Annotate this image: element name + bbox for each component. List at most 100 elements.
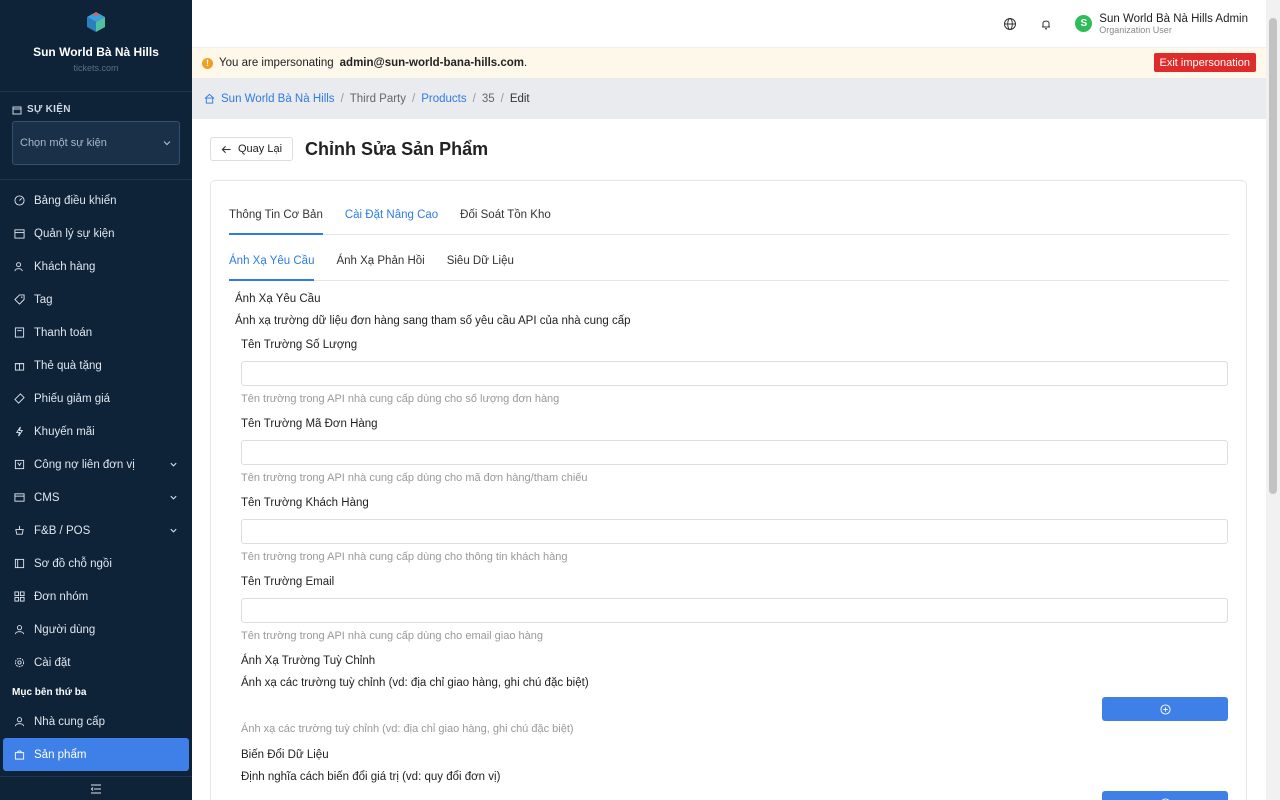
cms-icon (14, 493, 25, 502)
order-id-field-group: Tên Trường Mã Đơn Hàng Tên trường trong … (235, 418, 1229, 484)
event-section-label: SỰ KIỆN (0, 92, 192, 121)
request-mapping-form: Ánh Xạ Yêu Cầu Ánh xạ trường dữ liệu đơn… (235, 293, 1229, 800)
user-name: Sun World Bà Nà Hills Admin (1099, 12, 1248, 25)
breadcrumb-home[interactable]: Sun World Bà Nà Hills (221, 93, 335, 105)
breadcrumb-third-party: Third Party (349, 92, 407, 105)
sidebar-item-cms[interactable]: CMS (0, 481, 192, 514)
field-label: Tên Trường Khách Hàng (241, 497, 369, 509)
plus-circle-icon (1159, 703, 1171, 715)
impersonation-banner: ! You are impersonating admin@sun-world-… (192, 48, 1266, 78)
brand-logo-icon (87, 12, 105, 32)
sidebar-item-tag[interactable]: Tag (0, 283, 192, 316)
sidebar-item-products[interactable]: Sản phẩm (3, 738, 189, 771)
sidebar-item-settings[interactable]: Cài đặt (0, 646, 192, 679)
chevron-down-icon (170, 495, 177, 500)
calendar-icon (12, 106, 22, 114)
field-label: Tên Trường Số Lượng (241, 339, 358, 351)
chevron-down-icon (170, 462, 177, 467)
gauge-icon (14, 195, 25, 206)
sidebar-item-payment[interactable]: Thanh toán (0, 316, 192, 349)
sidebar-item-coupons[interactable]: Phiếu giảm giá (0, 382, 192, 415)
sidebar-item-dashboard[interactable]: Bảng điều khiển (0, 184, 192, 217)
user-icon (14, 717, 25, 727)
banner-email: admin@sun-world-bana-hills.com (339, 57, 525, 69)
section-title: Ánh Xạ Yêu Cầu (235, 293, 321, 305)
calendar-icon (14, 229, 25, 239)
quantity-field-group: Tên Trường Số Lượng Tên trường trong API… (235, 339, 1229, 405)
sidebar-item-promotions[interactable]: Khuyến mãi (0, 415, 192, 448)
subtab-metadata[interactable]: Siêu Dữ Liệu (447, 245, 514, 281)
custom-mapping-section: Ánh Xạ Trường Tuỳ Chỉnh Ánh xạ các trườn… (235, 655, 1229, 800)
bell-icon[interactable] (1039, 17, 1053, 31)
gift-icon (14, 363, 25, 371)
customer-field-input[interactable] (241, 519, 1228, 544)
ticket-icon (14, 393, 25, 404)
add-custom-mapping-button[interactable] (1102, 697, 1228, 721)
transform-title: Biến Đổi Dữ Liệu (241, 749, 329, 761)
sidebar-item-seat-map[interactable]: Sơ đồ chỗ ngồi (0, 547, 192, 580)
tab-basic-info[interactable]: Thông Tin Cơ Bản (229, 199, 323, 235)
back-button[interactable]: Quay Lại (210, 137, 294, 161)
breadcrumb-id: 35 (481, 92, 495, 105)
breadcrumb-separator: / (340, 92, 344, 105)
sidebar-item-customers[interactable]: Khách hàng (0, 250, 192, 283)
brand-name: Sun World Bà Nà Hills (33, 45, 159, 59)
main-content: Quay Lại Chỉnh Sửa Sản Phẩm Thông Tin Cơ… (192, 119, 1266, 800)
sidebar-item-group-orders[interactable]: Đơn nhóm (0, 580, 192, 613)
seat-map-icon (14, 558, 25, 569)
user-icon (14, 625, 25, 635)
order-id-field-input[interactable] (241, 440, 1228, 465)
back-button-label: Quay Lại (238, 143, 283, 155)
transform-description: Định nghĩa cách biến đổi giá trị (vd: qu… (241, 771, 501, 783)
bag-icon (14, 750, 25, 760)
page-scrollbar[interactable] (1266, 0, 1280, 800)
breadcrumb-separator: / (472, 92, 476, 105)
scrollbar-thumb[interactable] (1269, 18, 1277, 494)
breadcrumb-products[interactable]: Products (421, 93, 466, 105)
sidebar-item-suppliers[interactable]: Nhà cung cấp (0, 705, 192, 738)
custom-mapping-help: Ánh xạ các trường tuỳ chỉnh (vd: địa chỉ… (241, 723, 574, 735)
sidebar-item-gift-cards[interactable]: Thẻ quà tặng (0, 349, 192, 382)
sub-tabs: Ánh Xạ Yêu Cầu Ánh Xạ Phản Hồi Siêu Dữ L… (229, 245, 1229, 281)
field-help: Tên trường trong API nhà cung cấp dùng c… (241, 472, 588, 484)
tab-advanced-settings[interactable]: Cài Đặt Nâng Cao (345, 199, 438, 235)
sidebar-item-interunit-debt[interactable]: Công nợ liên đơn vị (0, 448, 192, 481)
quantity-field-input[interactable] (241, 361, 1228, 386)
sidebar-collapse-button[interactable] (0, 776, 192, 800)
event-select-placeholder: Chọn một sự kiện (20, 137, 107, 149)
subtab-response-mapping[interactable]: Ánh Xạ Phản Hồi (336, 245, 424, 281)
chevron-down-icon (170, 528, 177, 533)
chevron-down-icon (163, 141, 171, 146)
third-party-group-label: Mục bên thứ ba (12, 686, 87, 698)
page-title: Chỉnh Sửa Sản Phẩm (305, 138, 489, 159)
sidebar-item-fnb-pos[interactable]: F&B / POS (0, 514, 192, 547)
exit-impersonation-button[interactable]: Exit impersonation (1153, 53, 1256, 72)
event-select[interactable]: Chọn một sự kiện (12, 121, 180, 165)
warning-icon: ! (202, 57, 213, 69)
globe-icon[interactable] (1003, 17, 1017, 31)
page-header: Quay Lại Chỉnh Sửa Sản Phẩm (210, 137, 488, 161)
bolt-icon (15, 426, 24, 437)
tab-inventory-reconcile[interactable]: Đối Soát Tồn Kho (460, 199, 551, 235)
subtab-request-mapping[interactable]: Ánh Xạ Yêu Cầu (229, 245, 315, 281)
sidebar-item-events[interactable]: Quản lý sự kiện (0, 217, 192, 250)
email-field-input[interactable] (241, 598, 1228, 623)
sidebar-item-users[interactable]: Người dùng (0, 613, 192, 646)
customer-field-group: Tên Trường Khách Hàng Tên trường trong A… (235, 497, 1229, 563)
custom-mapping-title: Ánh Xạ Trường Tuỳ Chỉnh (241, 655, 376, 667)
add-transform-button[interactable] (1102, 791, 1228, 800)
banner-prefix: You are impersonating (219, 57, 334, 69)
user-menu[interactable]: S Sun World Bà Nà Hills Admin Organizati… (1075, 13, 1248, 35)
collapse-menu-icon (90, 784, 101, 793)
topbar: S Sun World Bà Nà Hills Admin Organizati… (192, 0, 1266, 48)
edit-card: Thông Tin Cơ Bản Cài Đặt Nâng Cao Đối So… (210, 180, 1247, 800)
receipt-icon (14, 327, 25, 338)
breadcrumb: Sun World Bà Nà Hills / Third Party / Pr… (192, 78, 1266, 119)
section-description: Ánh xạ trường dữ liệu đơn hàng sang tham… (235, 315, 631, 327)
main-tabs: Thông Tin Cơ Bản Cài Đặt Nâng Cao Đối So… (229, 199, 1229, 235)
arrow-left-icon (221, 145, 231, 153)
ledger-icon (14, 459, 25, 470)
field-help: Tên trường trong API nhà cung cấp dùng c… (241, 393, 560, 405)
brand-block: Sun World Bà Nà Hills tickets.com (0, 0, 192, 92)
breadcrumb-current: Edit (509, 92, 530, 105)
